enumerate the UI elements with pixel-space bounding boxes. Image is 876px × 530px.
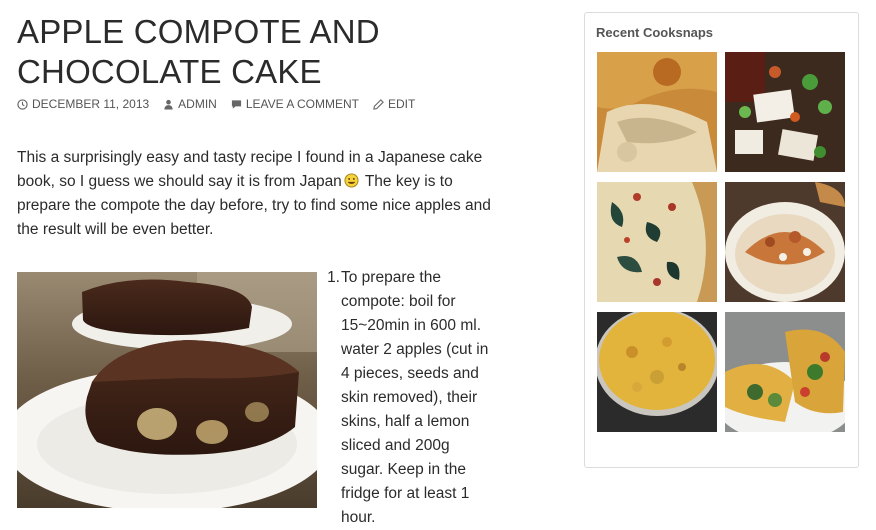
recipe-steps: 1. To prepare the compote: boil for 15~2… [318, 266, 498, 530]
cooksnap-spanish-omelette[interactable] [597, 312, 717, 432]
recent-cooksnaps-widget: Recent Cooksnaps [584, 12, 859, 468]
rice-bowl-photo-icon [725, 182, 845, 302]
user-icon [164, 99, 173, 110]
step-number: 1. [327, 269, 340, 286]
apple-tart-photo-icon [597, 52, 717, 172]
spanish-omelette-photo-icon [597, 312, 717, 432]
edit-link[interactable]: EDIT [388, 97, 415, 111]
speech-bubble-icon [231, 99, 241, 109]
cooksnap-apple-tart[interactable] [597, 52, 717, 172]
smiley-emoji-icon [344, 173, 359, 188]
post-edit[interactable]: EDIT [373, 97, 415, 111]
post-author-link[interactable]: ADMIN [178, 97, 217, 111]
leave-comment-link[interactable]: LEAVE A COMMENT [246, 97, 359, 111]
post-author[interactable]: ADMIN [163, 97, 217, 111]
cooksnap-tofu-salad[interactable] [725, 52, 845, 172]
post-date[interactable]: DECEMBER 11, 2013 [17, 97, 149, 111]
pencil-icon [373, 98, 384, 110]
spinach-quiche-photo-icon [597, 182, 717, 302]
step-text: To prepare the compote: boil for 15~20mi… [341, 269, 489, 526]
cooksnap-rice-bowl[interactable] [725, 182, 845, 302]
cooksnap-tacos[interactable] [725, 312, 845, 432]
recipe-step: 1. To prepare the compote: boil for 15~2… [318, 266, 498, 530]
tofu-salad-photo-icon [725, 52, 845, 172]
post-title: APPLE COMPOTE AND CHOCOLATE CAKE [17, 13, 380, 90]
clock-icon [17, 98, 28, 110]
post-intro: This a surprisingly easy and tasty recip… [17, 146, 492, 242]
widget-title: Recent Cooksnaps [596, 25, 714, 40]
post-meta: DECEMBER 11, 2013 ADMIN LEAVE A COMMENT … [17, 97, 415, 111]
post-comment[interactable]: LEAVE A COMMENT [231, 97, 359, 111]
post-date-link[interactable]: DECEMBER 11, 2013 [32, 97, 149, 111]
tacos-photo-icon [725, 312, 845, 432]
cooksnap-spinach-quiche[interactable] [597, 182, 717, 302]
cake-photo [17, 272, 317, 508]
